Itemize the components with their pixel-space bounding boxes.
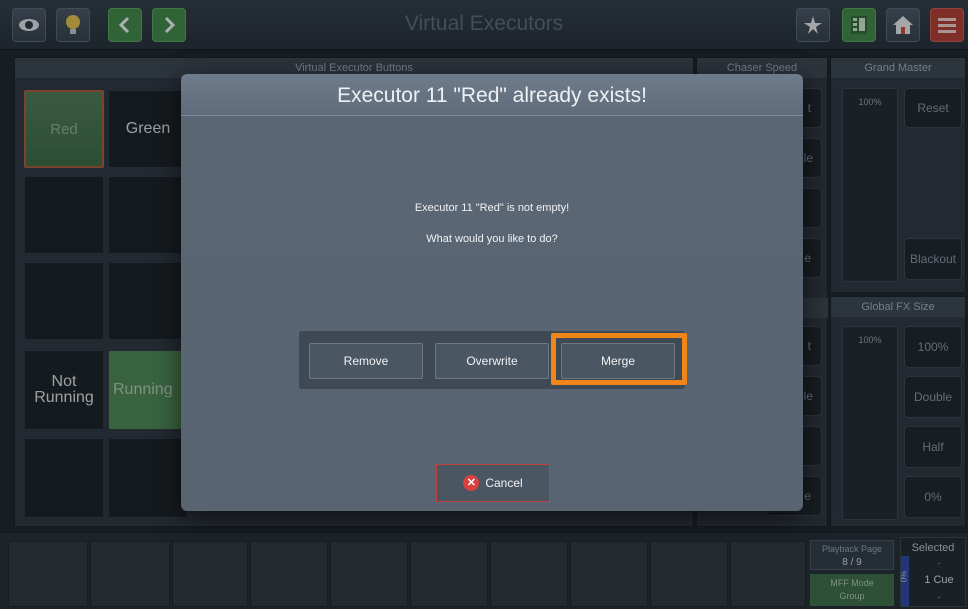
overwrite-button[interactable]: Overwrite bbox=[435, 343, 549, 379]
dialog-title: Executor 11 "Red" already exists! bbox=[337, 84, 647, 107]
cancel-label: Cancel bbox=[485, 476, 523, 490]
dialog-message-line2: What would you like to do? bbox=[426, 233, 558, 245]
merge-highlight bbox=[551, 333, 687, 385]
dialog-message-line1: Executor 11 "Red" is not empty! bbox=[414, 202, 570, 214]
cancel-button[interactable]: ✕ Cancel bbox=[436, 464, 550, 502]
remove-button[interactable]: Remove bbox=[309, 343, 423, 379]
executor-exists-dialog: Executor 11 "Red" already exists! Execut… bbox=[181, 74, 803, 511]
dialog-title-divider bbox=[181, 115, 803, 116]
close-icon: ✕ bbox=[463, 475, 480, 491]
